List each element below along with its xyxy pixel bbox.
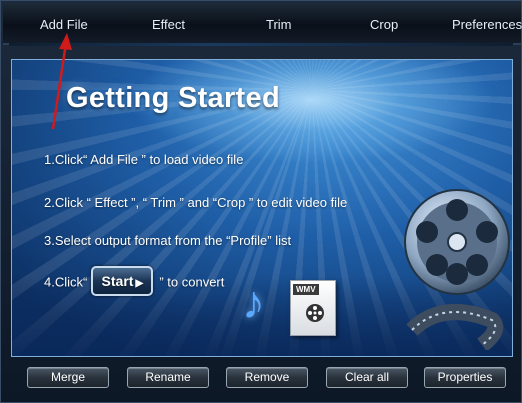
step-4-prefix: 4.Click“ xyxy=(44,274,88,290)
getting-started-panel: Getting Started 1.Click“ Add File ” to l… xyxy=(11,59,513,357)
play-triangle-icon: ▶ xyxy=(135,278,144,289)
red-arrow-icon xyxy=(51,33,72,130)
wmv-label: WMV xyxy=(293,284,319,295)
menu-preferences[interactable]: Preferences xyxy=(452,17,522,37)
small-reel-icon xyxy=(306,304,324,322)
merge-button[interactable]: Merge xyxy=(27,367,109,388)
film-reel-icon xyxy=(404,189,510,350)
clear-all-button[interactable]: Clear all xyxy=(326,367,408,388)
start-label: Start xyxy=(101,273,134,289)
wmv-file-icon: WMV xyxy=(290,280,336,336)
step-2-text: 2.Click “ Effect ”, “ Trim ” and “Crop ”… xyxy=(44,195,348,210)
getting-started-title: Getting Started xyxy=(66,82,280,114)
step-3-text: 3.Select output format from the “Profile… xyxy=(44,233,292,248)
remove-button[interactable]: Remove xyxy=(226,367,308,388)
app-window: Add File Effect Trim Crop Preferences Ge… xyxy=(0,0,522,403)
menu-divider xyxy=(9,43,513,46)
music-note-icon: ♪ xyxy=(242,276,265,328)
menu-trim[interactable]: Trim xyxy=(266,17,292,37)
step-4-suffix: ” to convert xyxy=(159,274,225,290)
step-1-text: 1.Click“ Add File ” to load video file xyxy=(44,152,244,167)
menu-crop[interactable]: Crop xyxy=(370,17,398,37)
menu-effect[interactable]: Effect xyxy=(152,17,185,37)
start-button[interactable]: Start ▶ xyxy=(91,266,154,296)
properties-button[interactable]: Properties xyxy=(424,367,506,388)
step-4-line: 4.Click“ Start ▶” to convert xyxy=(44,266,225,298)
rename-button[interactable]: Rename xyxy=(127,367,209,388)
